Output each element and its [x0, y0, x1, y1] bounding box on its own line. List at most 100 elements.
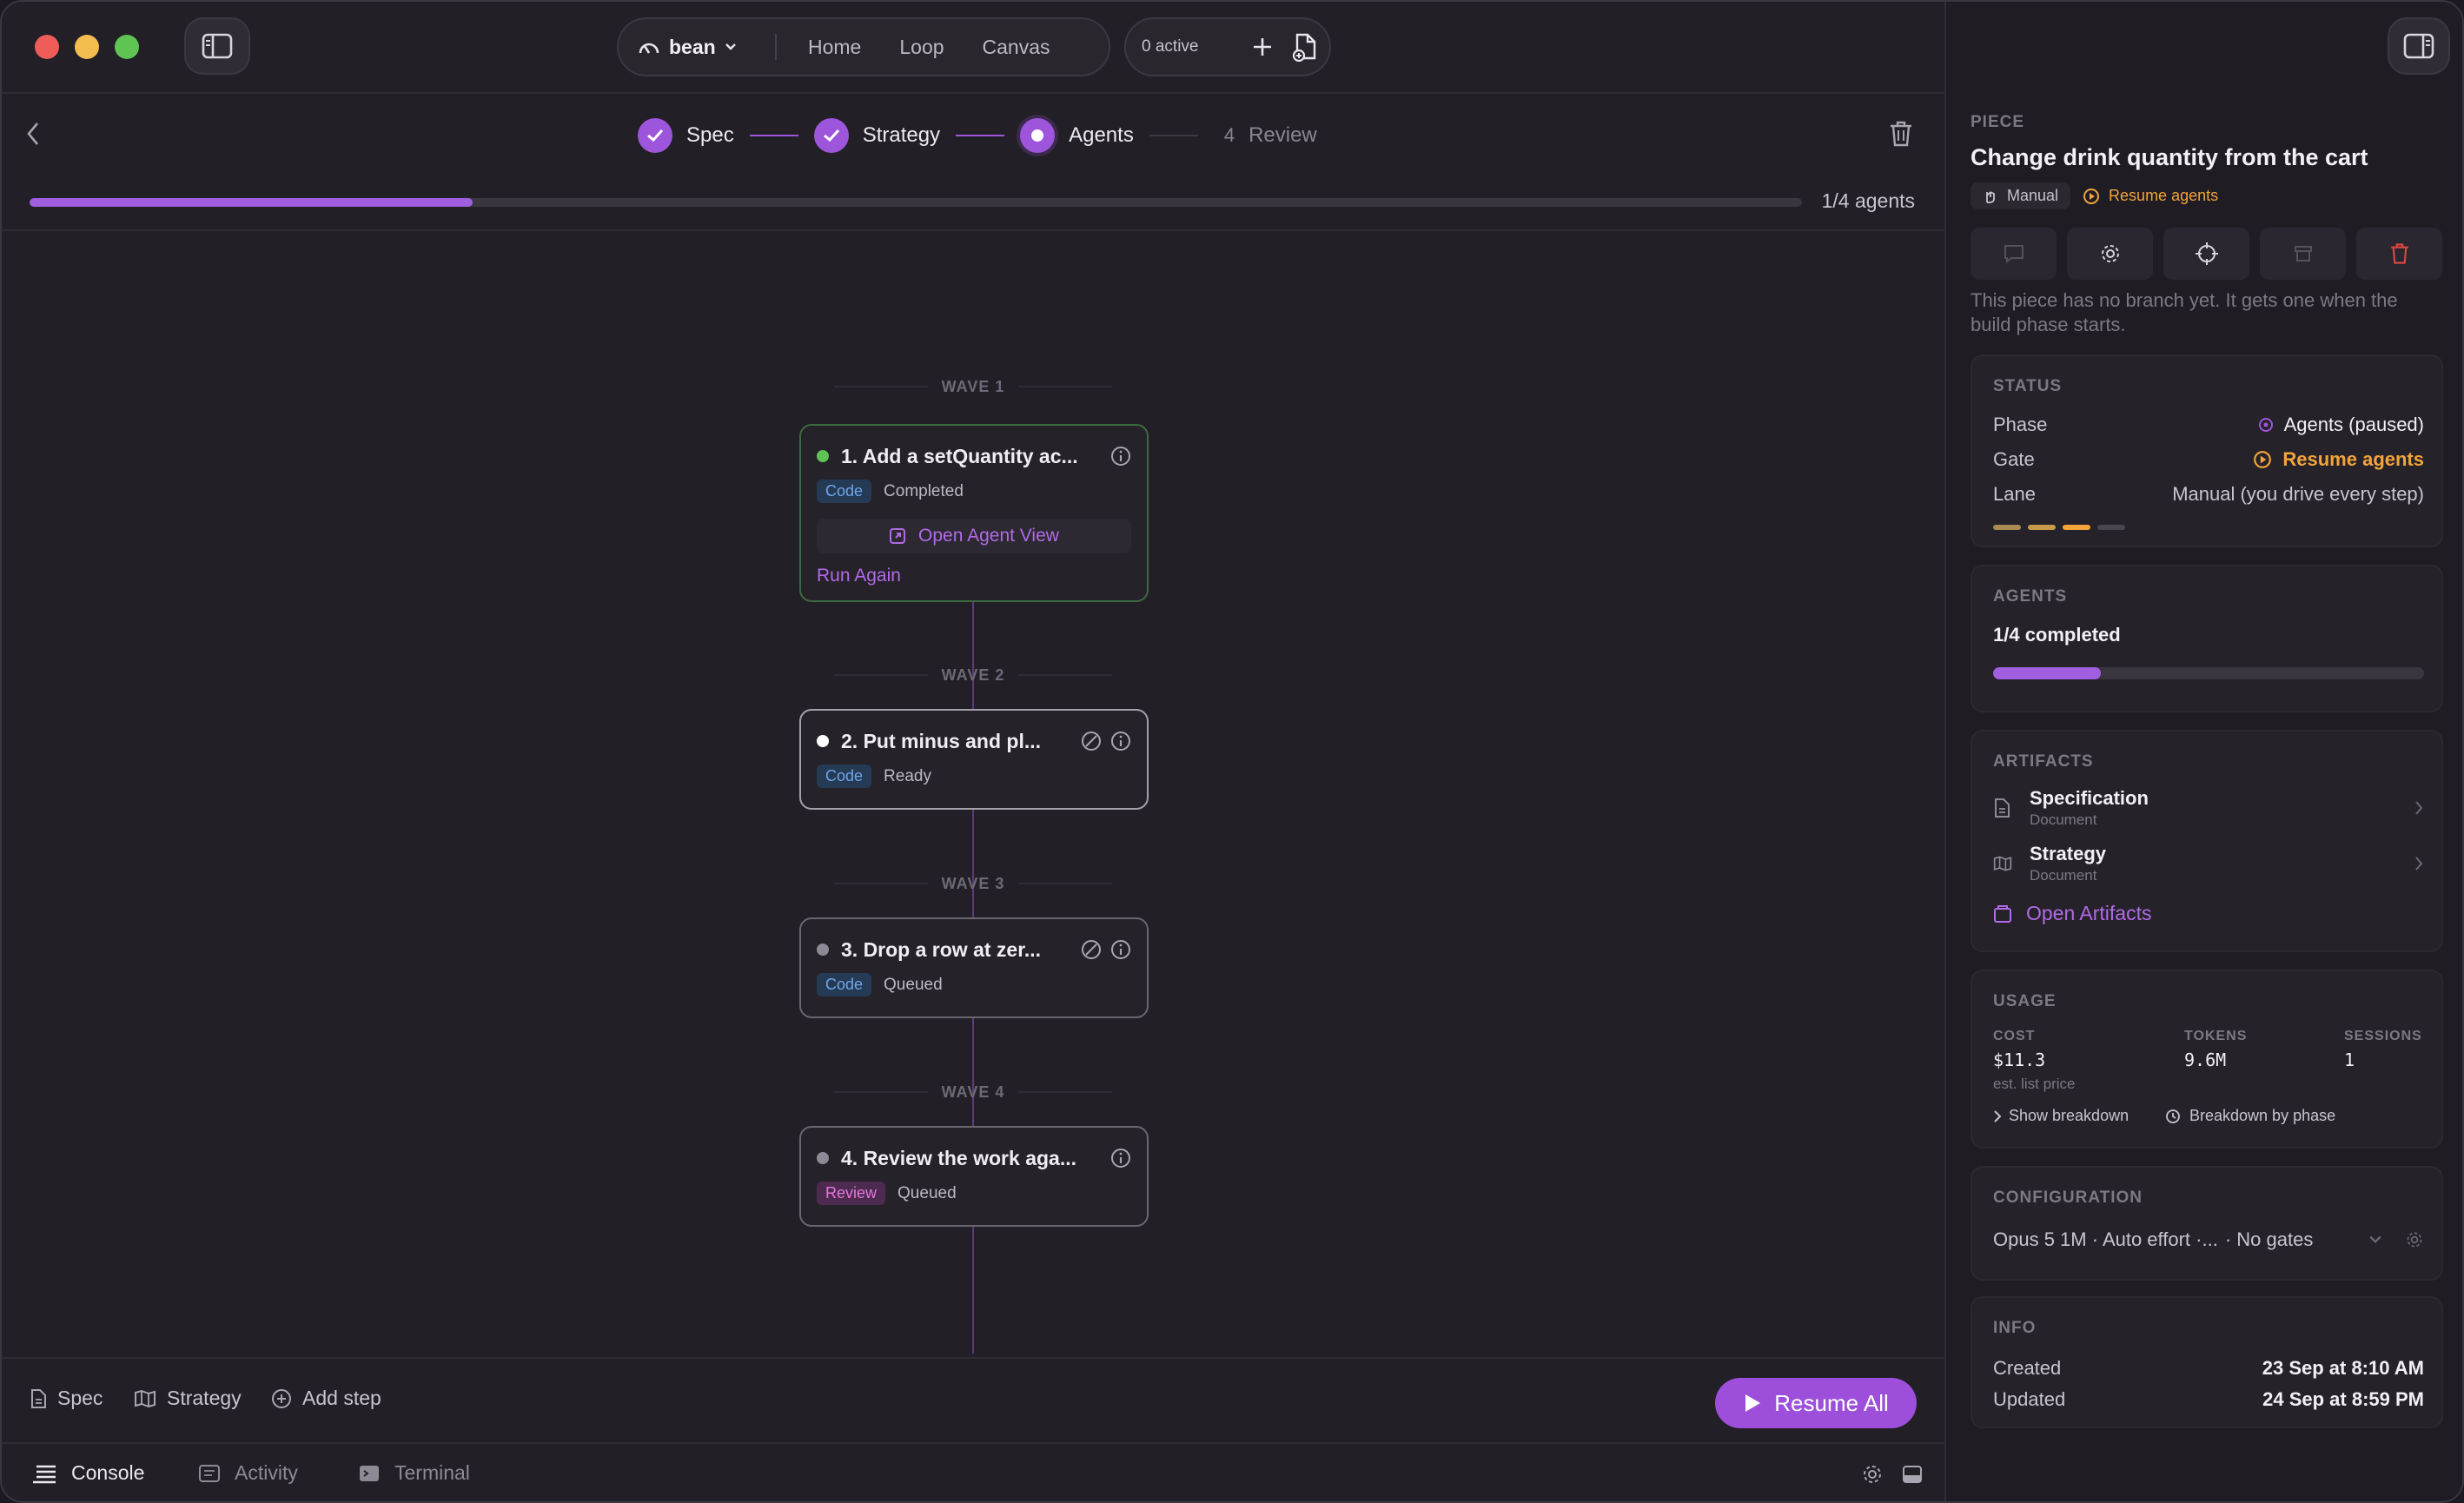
- lane-value: Manual (you drive every step): [2172, 483, 2424, 505]
- agent-state: Queued: [898, 1183, 957, 1202]
- project-switcher[interactable]: bean: [619, 36, 766, 59]
- nav-canvas[interactable]: Canvas: [964, 36, 1070, 59]
- agent-card-title: 4. Review the work aga...: [841, 1146, 1076, 1169]
- external-window-icon: [890, 528, 906, 544]
- project-name: bean: [669, 35, 716, 58]
- delete-piece-button[interactable]: [1889, 120, 1913, 152]
- spec-shortcut[interactable]: Spec: [30, 1387, 103, 1410]
- run-again-button[interactable]: Run Again: [817, 566, 1131, 586]
- tab-terminal[interactable]: Terminal: [358, 1461, 470, 1485]
- terminal-icon: [360, 1465, 379, 1481]
- info-icon[interactable]: [1110, 446, 1131, 467]
- resume-all-button[interactable]: Resume All: [1715, 1378, 1917, 1428]
- play-icon: [1745, 1394, 1761, 1412]
- toggle-panel-button[interactable]: [1901, 1463, 1924, 1490]
- active-sessions: 0 active: [1124, 17, 1331, 76]
- resume-agents-link[interactable]: Resume agents: [2253, 448, 2424, 471]
- model-config-select[interactable]: Opus 5 1M · Auto effort ·... · No gates: [1993, 1228, 2424, 1251]
- step-spec-check-icon[interactable]: [638, 118, 672, 153]
- new-session-button[interactable]: [1243, 36, 1282, 58]
- agents-progress: 1/4 agents: [2, 175, 1944, 231]
- add-step-button[interactable]: Add step: [271, 1387, 381, 1410]
- crosshair-icon: [2195, 242, 2218, 265]
- usage-cost: COST $11.3 est. list price: [1993, 1029, 2075, 1093]
- step-connector: [749, 135, 798, 136]
- artifact-name: Strategy: [2030, 843, 2107, 864]
- updated-row: Updated 24 Sep at 8:59 PM: [1993, 1388, 2424, 1411]
- status-dot: [817, 1152, 829, 1164]
- artifact-strategy[interactable]: Strategy Document: [1993, 843, 2424, 884]
- nav-home[interactable]: Home: [789, 36, 880, 59]
- usage-section: USAGE COST $11.3 est. list price TOKENS …: [1971, 970, 2443, 1149]
- agent-type-tag: Code: [817, 765, 872, 788]
- agent-card-4[interactable]: 4. Review the work aga... Review Queued: [799, 1126, 1149, 1227]
- lane-chip-label: Manual: [2007, 187, 2059, 204]
- info-icon[interactable]: [1110, 731, 1131, 752]
- skip-icon[interactable]: [1081, 731, 1102, 752]
- gear-icon[interactable]: [2405, 1230, 2424, 1249]
- strategy-shortcut[interactable]: Strategy: [134, 1387, 242, 1410]
- close-window-button[interactable]: [35, 35, 59, 59]
- comment-button[interactable]: [1971, 228, 2057, 280]
- back-button[interactable]: [24, 120, 42, 152]
- step-strategy-label[interactable]: Strategy: [863, 123, 940, 148]
- branch-note: This piece has no branch yet. It gets on…: [1971, 289, 2398, 335]
- focus-button[interactable]: [2163, 228, 2249, 280]
- chevron-right-icon: [1994, 1109, 2002, 1122]
- console-settings-button[interactable]: [1861, 1463, 1884, 1490]
- minimize-window-button[interactable]: [75, 35, 99, 59]
- tab-console[interactable]: Console: [31, 1461, 144, 1485]
- lane-level-segment: [1993, 525, 2021, 530]
- resume-agents-chip[interactable]: Resume agents: [2083, 182, 2230, 209]
- created-key: Created: [1993, 1357, 2062, 1379]
- settings-button[interactable]: [2067, 228, 2153, 280]
- open-artifacts-button[interactable]: Open Artifacts: [1993, 902, 2424, 925]
- status-title: STATUS: [1993, 377, 2063, 395]
- config-gates: · No gates: [2224, 1228, 2314, 1250]
- created-row: Created 23 Sep at 8:10 AM: [1993, 1357, 2424, 1380]
- archive-button[interactable]: [2260, 228, 2346, 280]
- step-review-label[interactable]: Review: [1249, 123, 1317, 148]
- chevron-down-icon: [2369, 1235, 2381, 1243]
- piece-details-panel: PIECE Change drink quantity from the car…: [1944, 2, 2462, 1501]
- right-panel-toggle[interactable]: [2388, 17, 2450, 75]
- info-icon[interactable]: [1110, 1148, 1131, 1169]
- config-summary: Opus 5 1M · Auto effort ·...: [1993, 1228, 2218, 1250]
- sidebar-toggle-button[interactable]: [184, 17, 250, 75]
- nav-loop[interactable]: Loop: [880, 36, 963, 59]
- skip-icon[interactable]: [1081, 939, 1102, 960]
- step-strategy-check-icon[interactable]: [813, 118, 849, 153]
- zoom-window-button[interactable]: [115, 35, 139, 59]
- step-spec-label[interactable]: Spec: [686, 123, 734, 148]
- agent-card-1[interactable]: 1. Add a setQuantity ac... Code Complete…: [799, 424, 1149, 602]
- agent-card-2[interactable]: 2. Put minus and pl... Code Ready: [799, 709, 1149, 810]
- info-icon[interactable]: [1110, 939, 1131, 960]
- artifact-specification[interactable]: Specification Document: [1993, 787, 2424, 829]
- info-title: INFO: [1993, 1319, 2037, 1337]
- step-connector: [1149, 135, 1198, 136]
- show-breakdown-button[interactable]: Show breakdown: [1993, 1107, 2129, 1125]
- open-agent-view-button[interactable]: Open Agent View: [817, 519, 1131, 553]
- list-icon: [33, 1465, 56, 1483]
- agent-type-tag: Review: [817, 1182, 886, 1205]
- piece-section-label: PIECE: [1971, 113, 2025, 131]
- breakdown-by-phase-button[interactable]: Breakdown by phase: [2165, 1107, 2335, 1125]
- step-agents-label[interactable]: Agents: [1069, 123, 1134, 148]
- resume-all-label: Resume All: [1774, 1389, 1889, 1416]
- agent-card-3[interactable]: 3. Drop a row at zer... Code Queued: [799, 917, 1149, 1018]
- delete-button[interactable]: [2356, 228, 2442, 280]
- gear-icon: [2101, 245, 2119, 262]
- tab-activity[interactable]: Activity: [198, 1461, 298, 1485]
- lane-level-segment: [2097, 525, 2125, 530]
- tab-console-label: Console: [71, 1461, 145, 1484]
- usage-tokens: TOKENS 9.6M: [2184, 1029, 2247, 1070]
- file-plus-icon: [1293, 33, 1316, 62]
- wave-1-label: WAVE 1: [834, 374, 1112, 400]
- step-agents-current-icon[interactable]: [1020, 118, 1056, 153]
- agent-card-title: 2. Put minus and pl...: [841, 729, 1042, 752]
- play-circle-icon: [2254, 451, 2272, 468]
- configuration-title: CONFIGURATION: [1993, 1188, 2143, 1207]
- gauge-icon: [639, 43, 659, 54]
- new-file-button[interactable]: [1282, 32, 1329, 62]
- agents-completion-fill: [1993, 667, 2101, 679]
